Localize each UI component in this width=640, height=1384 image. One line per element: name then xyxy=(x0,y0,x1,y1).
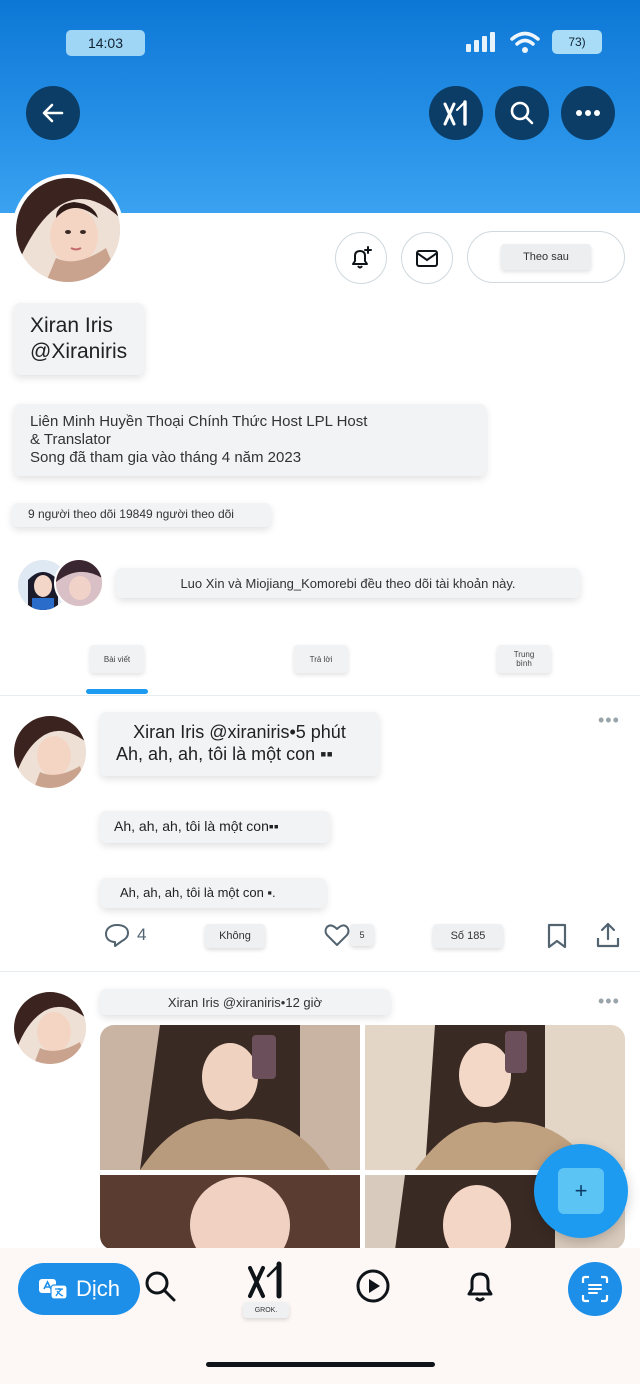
photo-image xyxy=(100,1025,360,1170)
profile-name-card: Xiran Iris @Xiraniris xyxy=(14,303,144,375)
follow-stats[interactable]: 9 người theo dõi 19849 người theo dõi xyxy=(12,503,271,527)
post-author-avatar[interactable] xyxy=(14,716,86,788)
translate-button[interactable]: Dịch xyxy=(18,1263,140,1315)
tab-posts[interactable]: Bài viết xyxy=(90,645,144,673)
notifications-subscribe-button[interactable] xyxy=(335,232,387,284)
reply-action[interactable]: 4 xyxy=(103,922,146,948)
more-horizontal-icon xyxy=(576,110,600,116)
more-options-button[interactable] xyxy=(561,86,615,140)
post-more-icon[interactable]: ••• xyxy=(598,991,620,1012)
grok-icon xyxy=(443,100,467,126)
bookmark-icon[interactable] xyxy=(545,922,569,950)
translate-icon xyxy=(38,1279,68,1300)
nav-video[interactable] xyxy=(353,1266,393,1306)
search-button[interactable] xyxy=(495,86,549,140)
grok-button[interactable] xyxy=(429,86,483,140)
post-text-line-1: Ah, ah, ah, tôi là một con ▪▪ xyxy=(116,744,333,764)
search-icon xyxy=(510,101,534,125)
battery-indicator: 73) xyxy=(552,30,602,54)
bio-line-1: Liên Minh Huyền Thoại Chính Thức Host LP… xyxy=(30,413,368,430)
grok-icon xyxy=(248,1261,282,1299)
post-more-icon[interactable]: ••• xyxy=(598,710,620,731)
plus-icon: + xyxy=(558,1168,604,1214)
post-text-line-2: Ah, ah, ah, tôi là một con▪▪ xyxy=(100,811,330,843)
home-indicator xyxy=(206,1362,435,1367)
status-time: 14:03 xyxy=(66,30,145,56)
post-author-line: Xiran Iris @xiraniris•12 giờ xyxy=(100,989,390,1015)
message-button[interactable] xyxy=(401,232,453,284)
play-circle-icon xyxy=(356,1269,390,1303)
active-tab-indicator xyxy=(86,689,148,694)
heart-icon xyxy=(324,924,350,946)
follow-button-label: Theo sau xyxy=(501,244,591,270)
view-count[interactable]: Số 185 xyxy=(433,924,503,948)
compose-button[interactable]: + xyxy=(534,1144,628,1238)
envelope-icon xyxy=(416,250,438,267)
grok-label: GROK. xyxy=(243,1302,289,1318)
avatar-photo xyxy=(16,178,120,282)
post-author-avatar[interactable] xyxy=(14,992,86,1064)
photo-image xyxy=(100,1175,360,1250)
reply-icon xyxy=(105,924,129,947)
scan-text-icon xyxy=(581,1275,609,1303)
media-photo-3[interactable] xyxy=(100,1175,360,1250)
back-button[interactable] xyxy=(26,86,80,140)
repost-count[interactable]: Không xyxy=(205,924,265,948)
display-name: Xiran Iris xyxy=(30,314,113,337)
follower-photo xyxy=(56,560,102,606)
profile-avatar[interactable] xyxy=(12,174,124,286)
avatar-photo xyxy=(14,716,86,788)
tabs-divider xyxy=(0,695,640,696)
followed-by-text[interactable]: Luo Xin và Miojiang_Komorebi đều theo dõ… xyxy=(116,568,580,598)
user-handle: @Xiraniris xyxy=(30,340,128,363)
post-text-line-3: Ah, ah, ah, tôi là một con ▪. xyxy=(100,878,326,908)
scan-text-button[interactable] xyxy=(568,1262,622,1316)
like-count: 5 xyxy=(350,924,374,946)
bio-card: Liên Minh Huyền Thoại Chính Thức Host LP… xyxy=(14,404,486,476)
arrow-left-icon xyxy=(42,103,64,123)
bell-icon xyxy=(467,1272,493,1302)
share-icon[interactable] xyxy=(594,920,622,950)
post-divider xyxy=(0,971,640,972)
bell-plus-icon xyxy=(352,246,372,269)
nav-search[interactable] xyxy=(140,1266,180,1306)
post-author-line: Xiran Iris @xiraniris•5 phút xyxy=(133,722,346,742)
follow-button[interactable]: Theo sau xyxy=(467,231,625,283)
post-header-card: Xiran Iris @xiraniris•5 phút Ah, ah, ah,… xyxy=(100,712,379,776)
join-date: Song đã tham gia vào tháng 4 năm 2023 xyxy=(30,449,302,466)
avatar-photo xyxy=(14,992,86,1064)
nav-notifications[interactable] xyxy=(460,1266,500,1306)
wifi-icon xyxy=(510,31,540,53)
tab-replies[interactable]: Trả lời xyxy=(294,645,348,673)
cellular-signal-icon xyxy=(466,32,495,52)
reply-count: 4 xyxy=(137,925,147,944)
media-photo-1[interactable] xyxy=(100,1025,360,1170)
bio-line-2: & Translator xyxy=(30,431,111,448)
follower-avatar-2[interactable] xyxy=(54,558,104,608)
like-action[interactable] xyxy=(323,922,351,948)
translate-label: Dịch xyxy=(75,1276,120,1301)
nav-grok[interactable] xyxy=(246,1260,286,1300)
search-icon xyxy=(145,1271,176,1302)
tab-media[interactable]: Trung bình xyxy=(497,645,551,673)
